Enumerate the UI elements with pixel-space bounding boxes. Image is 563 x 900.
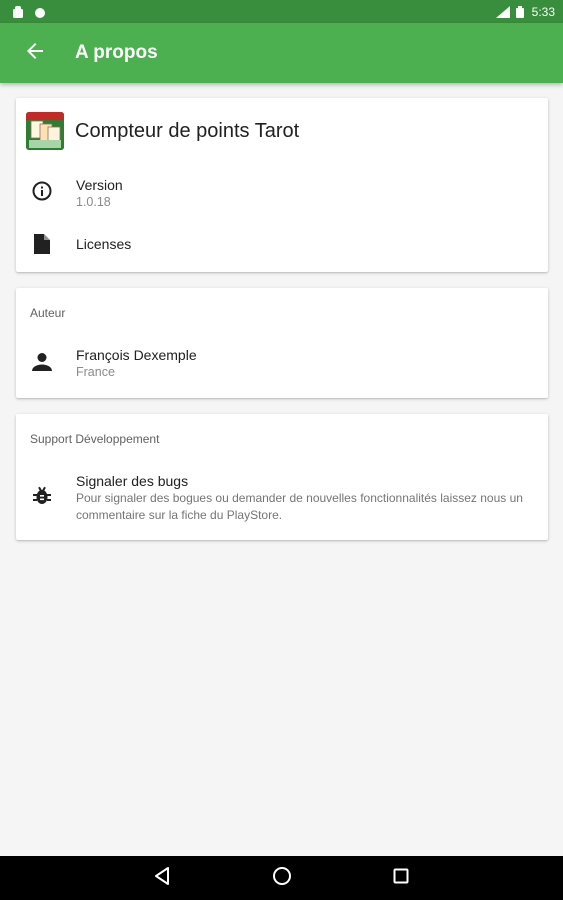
version-row[interactable]: Version 1.0.18 bbox=[16, 176, 548, 211]
system-nav-bar bbox=[0, 856, 563, 900]
lock-icon bbox=[12, 5, 24, 18]
app-bar: A propos bbox=[0, 23, 563, 83]
author-card: Auteur François Dexemple France bbox=[16, 288, 548, 398]
nav-home-button[interactable] bbox=[262, 858, 302, 898]
version-label: Version bbox=[76, 177, 123, 193]
licenses-text: Licenses bbox=[76, 234, 131, 253]
info-icon bbox=[32, 176, 52, 201]
report-bugs-text: Signaler des bugs Pour signaler des bogu… bbox=[76, 472, 536, 524]
nav-recents-button[interactable] bbox=[381, 858, 421, 898]
licenses-row[interactable]: Licenses bbox=[16, 234, 548, 254]
licenses-icon-cell bbox=[16, 234, 68, 254]
signal-icon bbox=[495, 5, 510, 18]
nav-back-button[interactable] bbox=[142, 858, 182, 898]
author-section-header: Auteur bbox=[30, 306, 66, 320]
licenses-label: Licenses bbox=[76, 236, 132, 252]
version-text: Version 1.0.18 bbox=[76, 176, 123, 211]
author-icon-cell bbox=[16, 346, 68, 372]
report-bugs-row[interactable]: Signaler des bugs Pour signaler des bogu… bbox=[16, 472, 548, 524]
app-info-card: Compteur de points Tarot Version 1.0.18 … bbox=[16, 98, 548, 272]
app-header: Compteur de points Tarot bbox=[26, 112, 299, 150]
person-icon bbox=[32, 346, 52, 372]
status-time: 5:33 bbox=[531, 4, 555, 19]
battery-icon bbox=[515, 5, 524, 18]
file-icon bbox=[34, 234, 50, 254]
report-bugs-description: Pour signaler des bogues ou demander de … bbox=[76, 491, 523, 522]
status-bar: 5:33 bbox=[0, 0, 563, 23]
report-bugs-title: Signaler des bugs bbox=[76, 473, 189, 489]
support-card: Support Développement Signaler des bugs bbox=[16, 414, 548, 540]
author-name: François Dexemple bbox=[76, 347, 197, 363]
bug-icon bbox=[32, 472, 52, 506]
back-triangle-icon bbox=[154, 866, 170, 890]
app-name: Compteur de points Tarot bbox=[75, 119, 300, 142]
page-title: A propos bbox=[75, 42, 158, 63]
arrow-back-icon bbox=[26, 42, 44, 65]
recents-square-icon bbox=[393, 868, 409, 889]
author-row[interactable]: François Dexemple France bbox=[16, 346, 548, 381]
author-text: François Dexemple France bbox=[76, 346, 197, 381]
version-icon-cell bbox=[16, 176, 68, 201]
android-icon bbox=[34, 6, 46, 18]
support-section-header: Support Développement bbox=[30, 432, 160, 446]
version-value: 1.0.18 bbox=[76, 195, 111, 209]
author-country: France bbox=[76, 365, 115, 379]
bug-icon-cell bbox=[16, 472, 68, 506]
app-logo-icon bbox=[26, 112, 64, 150]
home-circle-icon bbox=[272, 866, 292, 891]
back-button[interactable] bbox=[15, 33, 55, 73]
